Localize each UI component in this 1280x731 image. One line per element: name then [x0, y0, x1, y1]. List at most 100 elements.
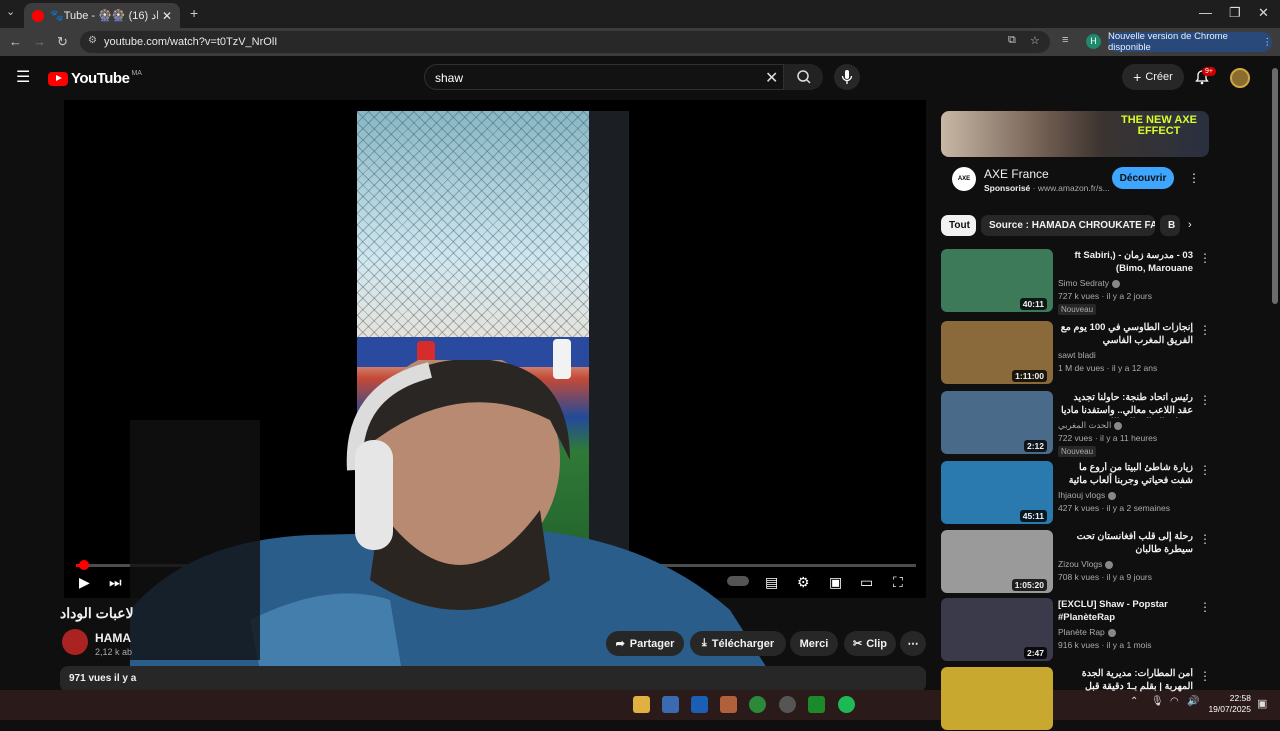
video-menu-icon[interactable]: ⋮ — [1199, 323, 1211, 337]
description-box[interactable]: 971 vues il y a — [60, 666, 926, 692]
scrollbar-thumb[interactable] — [1272, 68, 1278, 304]
video-menu-icon[interactable]: ⋮ — [1199, 251, 1211, 265]
recommended-video[interactable]: 40:11 03 - مدرسة زمان - (ft Sabiri, Bimo,… — [941, 249, 1211, 315]
tab-search-icon[interactable]: ⌄ — [6, 5, 15, 18]
miniplayer-icon[interactable]: ▣ — [829, 574, 842, 591]
page-scrollbar[interactable] — [1270, 58, 1280, 690]
video-menu-icon[interactable]: ⋮ — [1199, 600, 1211, 614]
video-meta: 722 vues · il y a 11 heures — [1058, 433, 1158, 443]
video-title[interactable]: أمن المطارات: مديرية الجدة المهربة | بقل… — [1058, 668, 1193, 693]
hamburger-menu-icon[interactable]: ☰ — [16, 67, 30, 87]
ad-menu-icon[interactable]: ⋮ — [1188, 171, 1200, 185]
create-button[interactable]: + Créer — [1122, 64, 1184, 90]
video-title[interactable]: زيارة شاطئ البيتا من أروع ما شفت فحياتي … — [1058, 462, 1193, 488]
browser-tab-active[interactable]: 🐾Tube - 🎡🎡 لاعبات الوداد (16) ✕ — [24, 3, 180, 28]
search-box[interactable]: shaw ✕ — [424, 64, 823, 90]
video-menu-icon[interactable]: ⋮ — [1199, 463, 1211, 477]
channel-name[interactable]: Planète Rap — [1058, 627, 1116, 637]
channel-name[interactable]: الحدث المغربي — [1058, 420, 1123, 431]
channel-name[interactable]: Ihjaouj vlogs — [1058, 490, 1117, 500]
app-icon[interactable] — [720, 696, 737, 713]
next-video-icon[interactable]: ⏭ — [109, 574, 122, 591]
close-tab-icon[interactable]: ✕ — [162, 9, 172, 23]
system-clock[interactable]: 22:58 19/07/2025 — [1205, 693, 1251, 715]
bookmark-star-icon[interactable]: ☆ — [1030, 34, 1040, 47]
site-info-icon[interactable]: ⚙ — [88, 35, 97, 46]
search-input[interactable]: shaw — [435, 71, 463, 85]
outlook-icon[interactable] — [691, 696, 708, 713]
video-title[interactable]: رحلة إلى قلب أفغانستان تحت سيطرة طالبان — [1058, 531, 1193, 556]
address-bar[interactable]: ⚙ youtube.com/watch?v=t0TzV_NrOlI ⧉ ☆ — [80, 31, 1050, 53]
search-button[interactable] — [783, 64, 823, 90]
video-title[interactable]: رئيس اتحاد طنجة: حاولنا تجديد عقد اللاعب… — [1058, 392, 1193, 418]
close-window-icon[interactable]: ✕ — [1258, 5, 1269, 21]
clip-button[interactable]: ✂ Clip — [844, 631, 896, 656]
ad-cta-button[interactable]: Découvrir — [1112, 167, 1174, 189]
app-circle-icon[interactable] — [779, 696, 796, 713]
channel-name[interactable]: HAMA — [95, 631, 131, 645]
create-label: Créer — [1145, 71, 1173, 83]
reload-icon[interactable]: ↻ — [57, 34, 68, 50]
new-badge: Nouveau — [1058, 446, 1097, 457]
verified-check-icon — [1112, 279, 1121, 288]
notification-center-icon[interactable]: ▣ — [1257, 697, 1267, 710]
play-icon[interactable]: ▶ — [79, 574, 90, 591]
ad-slogan: THE NEW AXE EFFECT — [1121, 114, 1197, 137]
youtube-logo[interactable]: YouTube MA — [48, 70, 142, 87]
clear-search-icon[interactable]: ✕ — [765, 68, 778, 88]
recommended-video[interactable]: 2:47 [EXCLU] Shaw - Popstar #PlanèteRap Pl… — [941, 598, 1211, 662]
video-menu-icon[interactable]: ⋮ — [1199, 393, 1211, 407]
profile-avatar[interactable]: H — [1086, 34, 1101, 49]
video-menu-icon[interactable]: ⋮ — [1199, 532, 1211, 546]
video-title[interactable]: [EXCLU] Shaw - Popstar #PlanèteRap — [1058, 599, 1193, 624]
fullscreen-icon[interactable]: ⛶ — [893, 574, 903, 591]
update-label: Nouvelle version de Chrome disponible — [1108, 31, 1228, 53]
video-menu-icon[interactable]: ⋮ — [1199, 669, 1211, 683]
chrome-icon[interactable] — [749, 696, 766, 713]
media-player-icon[interactable] — [808, 696, 825, 713]
chrome-update-button[interactable]: Nouvelle version de Chrome disponible ⋮ — [1108, 31, 1272, 53]
filter-chip[interactable]: B — [1160, 215, 1180, 236]
install-app-icon[interactable]: ⧉ — [1008, 34, 1016, 47]
share-button[interactable]: ➦ Partager — [606, 631, 684, 656]
recommended-video[interactable]: 1:11:00 إنجازات الطاوسي في 100 يوم مع الف… — [941, 321, 1211, 385]
channel-name[interactable]: sawt bladi — [1058, 350, 1096, 360]
channel-name[interactable]: Simo Sedraty — [1058, 278, 1121, 288]
chevron-right-icon[interactable]: › — [1188, 219, 1192, 231]
account-avatar[interactable] — [1230, 68, 1250, 88]
url-text: youtube.com/watch?v=t0TzV_NrOlI — [104, 36, 278, 48]
clock-date: 19/07/2025 — [1208, 704, 1251, 714]
ad-banner-image[interactable]: THE NEW AXE EFFECT — [941, 111, 1209, 157]
forward-icon[interactable]: → — [33, 34, 46, 49]
voice-search-button[interactable] — [834, 64, 860, 90]
theater-mode-icon[interactable]: ▭ — [860, 574, 873, 591]
filter-chip[interactable]: Source : HAMADA CHROUKATE FANS — [981, 215, 1155, 236]
channel-avatar[interactable] — [62, 629, 88, 655]
share-label: Partager — [629, 637, 675, 650]
back-icon[interactable]: ← — [9, 34, 22, 49]
media-control-icon[interactable]: ≡ — [1062, 34, 1068, 46]
filter-chip[interactable]: Tout — [941, 215, 976, 236]
channel-name[interactable]: Zizou Vlogs — [1058, 559, 1114, 569]
recommended-video[interactable]: 2:12 رئيس اتحاد طنجة: حاولنا تجديد عقد ال… — [941, 391, 1211, 457]
video-thumbnail[interactable] — [941, 667, 1053, 730]
minimize-icon[interactable]: — — [1199, 5, 1212, 20]
video-title[interactable]: إنجازات الطاوسي في 100 يوم مع الفريق الم… — [1058, 322, 1193, 347]
ad-advertiser[interactable]: AXE France — [984, 167, 1049, 181]
more-actions-button[interactable]: ⋯ — [900, 631, 926, 656]
download-button[interactable]: ⤓ Télécharger — [690, 631, 786, 656]
recommended-video[interactable]: 1:05:20 رحلة إلى قلب أفغانستان تحت سيطرة … — [941, 530, 1211, 594]
recommended-video[interactable]: 45:11 زيارة شاطئ البيتا من أروع ما شفت فح… — [941, 461, 1211, 525]
spotify-icon[interactable] — [838, 696, 855, 713]
file-explorer-icon[interactable] — [633, 696, 650, 713]
recommended-video[interactable]: أمن المطارات: مديرية الجدة المهربة | بقل… — [941, 667, 1211, 731]
video-title[interactable]: 03 - مدرسة زمان - (ft Sabiri, Bimo, Maro… — [1058, 250, 1193, 275]
verified-check-icon — [1105, 560, 1114, 569]
new-tab-icon[interactable]: + — [190, 5, 198, 21]
store-icon[interactable] — [662, 696, 679, 713]
verified-check-icon — [1114, 421, 1123, 430]
video-meta: 708 k vues · il y a 9 jours — [1058, 572, 1153, 582]
restore-icon[interactable]: ❐ — [1229, 5, 1241, 21]
ad-domain: www.amazon.fr/s... — [1037, 183, 1110, 193]
thanks-button[interactable]: Merci — [790, 631, 838, 656]
